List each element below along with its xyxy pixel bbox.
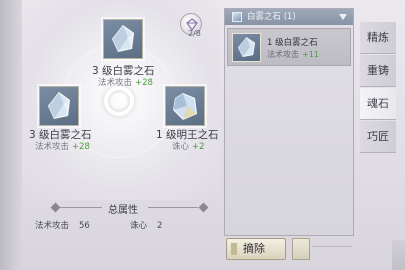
white-mist-gem-icon	[232, 33, 261, 62]
tab-refine[interactable]: 精炼	[360, 22, 396, 54]
total-label: 法术攻击	[35, 221, 70, 231]
socket-left-attr: 法术攻击 +28	[35, 140, 90, 152]
socket-left-attr-value: +28	[72, 142, 90, 152]
button-divider	[312, 246, 352, 247]
total-attributes-title: 总属性	[108, 205, 138, 216]
list-item[interactable]: 1 级白雾之石 法术攻击 +11	[227, 28, 351, 66]
badge-count: 2/8	[188, 29, 201, 38]
secondary-button[interactable]	[292, 238, 310, 260]
socket-right-attr-label: 诛心	[172, 142, 190, 152]
total-label: 诛心	[130, 221, 148, 231]
button-ornament	[231, 243, 237, 255]
divider-left	[60, 207, 102, 208]
total-value: 2	[157, 221, 163, 231]
tab-recast[interactable]: 重铸	[360, 55, 396, 87]
socket-top-attr-value: +28	[135, 78, 153, 88]
list-item-attr: 法术攻击 +11	[267, 49, 319, 60]
socket-right-attr-value: +2	[192, 142, 205, 152]
gem-list-panel: 白雾之石 (1) 1 级白雾之石 法术攻击 +11	[224, 8, 354, 236]
socket-left[interactable]	[39, 86, 79, 126]
list-item-name: 1 级白雾之石	[267, 38, 318, 48]
total-row-spell-attack: 法术攻击 56	[35, 219, 90, 231]
divider-right	[148, 207, 198, 208]
white-mist-gem-icon	[111, 24, 135, 53]
white-mist-gem-icon	[47, 91, 71, 120]
remove-button-label: 摘除	[243, 242, 265, 255]
tab-craftsman[interactable]: 巧匠	[360, 121, 396, 153]
socket-right-attr: 诛心 +2	[172, 140, 205, 152]
left-edge-frame	[0, 0, 22, 270]
socket-right[interactable]	[165, 86, 205, 126]
total-row-zhuxin: 诛心 2	[130, 219, 162, 231]
socket-top-attr: 法术攻击 +28	[98, 76, 153, 88]
gem-small-icon	[232, 12, 242, 22]
chevron-down-icon[interactable]	[339, 14, 347, 20]
socket-top[interactable]	[103, 19, 143, 59]
ming-wang-gem-icon	[172, 93, 198, 120]
socket-left-attr-label: 法术攻击	[35, 142, 70, 152]
list-item-attr-label: 法术攻击	[267, 50, 299, 59]
total-value: 56	[79, 221, 90, 231]
gem-list-header[interactable]: 白雾之石 (1)	[225, 9, 353, 25]
gem-list-header-label: 白雾之石 (1)	[247, 12, 296, 22]
tab-soul-stone[interactable]: 魂石	[360, 88, 396, 120]
list-item-attr-value: +11	[302, 50, 319, 59]
corner-frame	[392, 240, 405, 270]
socket-top-attr-label: 法术攻击	[98, 78, 133, 88]
remove-button[interactable]: 摘除	[226, 238, 286, 260]
